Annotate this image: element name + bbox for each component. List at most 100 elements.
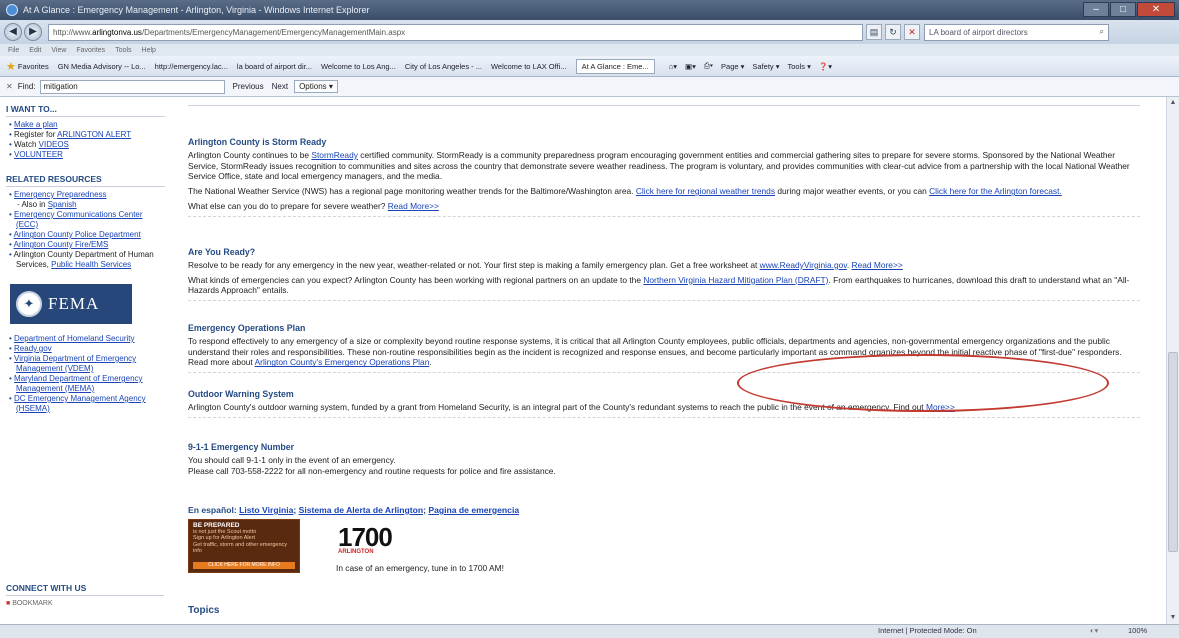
zoom-level[interactable]: 100% [1128,626,1147,635]
make-a-plan-link[interactable]: Make a plan [14,120,58,129]
favorites-bar: ★ Favorites GN Media Advisory -- Lo... h… [0,56,1179,77]
url-path: /Departments/EmergencyManagement/Emergen… [141,27,406,37]
menu-view[interactable]: View [51,47,66,54]
readyvirginia-link[interactable]: www.ReadyVirginia.gov [760,260,847,270]
find-input[interactable]: mitigation [39,79,225,94]
refresh-icon[interactable]: ↻ [885,24,901,40]
list-item: Emergency Communications Center (ECC) [6,210,165,230]
find-previous-button[interactable]: Previous [233,82,264,91]
arlington-forecast-link[interactable]: Click here for the Arlington forecast. [929,186,1062,196]
list-item: Virginia Department of Emergency Managem… [6,354,165,374]
find-bar: ✕ Find: mitigation Previous Next Options… [0,77,1179,97]
be-prepared-banner[interactable]: BE PREPARED is not just the Scout motto … [188,519,300,573]
mema-link[interactable]: Maryland Department of Emergency Managem… [14,374,143,393]
read-more-link[interactable]: Read More>> [852,260,903,270]
emergency-preparedness-link[interactable]: Emergency Preparedness [14,190,107,199]
vdem-link[interactable]: Virginia Department of Emergency Managem… [14,354,136,373]
feeds-icon[interactable]: ▣▾ [685,62,696,71]
e911-section: 9-1-1 Emergency Number You should call 9… [188,442,1140,476]
list-item: Also in Spanish [6,200,165,210]
window-controls: – □ ✕ [1082,2,1175,17]
find-options-button[interactable]: Options ▾ [294,80,338,93]
search-input[interactable]: LA board of airport directors ⌕ [924,23,1109,41]
favorite-link[interactable]: Welcome to LAX Offi... [491,62,567,71]
more-link[interactable]: More>> [926,402,955,412]
scroll-up-icon[interactable]: ▲ [1167,97,1179,109]
address-bar: ◀ ▶ http://www.arlingtonva.us/Department… [0,20,1179,44]
tab-current[interactable]: At A Glance : Eme... [575,58,655,74]
search-icon[interactable]: ⌕ [1100,27,1104,37]
text: What else can you do to prepare for seve… [188,200,388,211]
favorites-star-icon[interactable]: ★ [6,60,16,73]
tools-menu[interactable]: Tools ▾ [788,62,811,71]
pagina-emergencia-link[interactable]: Pagina de emergencia [428,505,519,515]
safety-menu[interactable]: Safety ▾ [752,62,779,71]
mitigation-paragraph: What kinds of emergencies can you expect… [188,275,1140,297]
videos-link[interactable]: VIDEOS [39,140,69,149]
help-menu[interactable]: ❓▾ [819,62,832,71]
volunteer-link[interactable]: VOLUNTEER [14,150,63,159]
regional-weather-link[interactable]: Click here for regional weather trends [636,186,775,196]
page-scrollbar[interactable]: ▲ ▼ [1166,97,1179,624]
menu-edit[interactable]: Edit [29,47,41,54]
favorite-link[interactable]: City of Los Angeles - ... [405,62,482,71]
outdoor-warning-section: Outdoor Warning System Arlington County'… [188,389,1140,418]
print-icon[interactable]: ⎙▾ [704,61,713,71]
scroll-down-icon[interactable]: ▼ [1167,612,1179,624]
page-menu[interactable]: Page ▾ [721,62,744,71]
minimize-button[interactable]: – [1083,2,1109,17]
menu-help[interactable]: Help [142,47,156,54]
banner-more-info-button[interactable]: CLICK HERE FOR MORE INFO [193,562,295,569]
spanish-link[interactable]: Spanish [48,200,77,209]
sistema-alerta-link[interactable]: Sistema de Alerta de Arlington [299,505,423,515]
are-you-ready-heading: Are You Ready? [188,247,256,257]
arlington-alert-link[interactable]: ARLINGTON ALERT [57,130,131,139]
bookmark-label: BOOKMARK [12,600,53,607]
protected-mode-icon[interactable]: ◐▾ [1090,626,1098,635]
list-text: Register for [14,130,58,139]
text: The National Weather Service (NWS) has a… [188,186,636,197]
dhs-link[interactable]: Department of Homeland Security [14,334,135,343]
fema-logo[interactable]: ✦ FEMA [10,284,132,324]
ecc-link[interactable]: Emergency Communications Center (ECC) [14,210,143,229]
hsema-link[interactable]: DC Emergency Management Agency (HSEMA) [14,394,146,413]
find-label: Find: [17,82,36,91]
stormready-link[interactable]: StormReady [311,150,358,160]
police-link[interactable]: Arlington County Police Department [14,230,141,239]
am-1700-logo[interactable]: 1700 ARLINGTON [338,522,393,555]
connect-section: CONNECT WITH US ■ BOOKMARK [6,583,164,607]
close-find-icon[interactable]: ✕ [6,82,13,91]
related-resources-heading: RELATED RESOURCES [6,174,165,187]
menu-tools[interactable]: Tools [115,47,131,54]
favorite-link[interactable]: http://emergency.lac... [155,62,228,71]
ready-gov-link[interactable]: Ready.gov [14,344,52,353]
section-divider [188,300,1140,302]
ie-logo-icon [6,4,18,16]
scrollbar-thumb[interactable] [1168,352,1178,552]
security-zone[interactable]: Internet | Protected Mode: On [878,626,977,635]
find-next-button[interactable]: Next [272,82,288,91]
read-more-link[interactable]: Read More>> [388,201,439,211]
favorite-link[interactable]: GN Media Advisory -- Lo... [58,62,146,71]
close-button[interactable]: ✕ [1137,2,1175,17]
eop-link[interactable]: Arlington County's Emergency Operations … [255,357,430,367]
bookmark-button[interactable]: ■ BOOKMARK [6,600,164,607]
back-button[interactable]: ◀ [4,23,22,41]
public-health-link[interactable]: Public Health Services [51,260,131,269]
list-text: Also in [21,200,48,209]
hazard-mitigation-plan-link[interactable]: Northern Virginia Hazard Mitigation Plan… [643,275,828,285]
favorite-link[interactable]: la board of airport dir... [237,62,312,71]
home-icon[interactable]: ⌂▾ [669,62,677,71]
menu-file[interactable]: File [8,47,19,54]
compatibility-icon[interactable]: ▤ [866,24,882,40]
favorite-link[interactable]: Welcome to Los Ang... [321,62,396,71]
url-field[interactable]: http://www.arlingtonva.us/Departments/Em… [48,23,863,41]
fire-ems-link[interactable]: Arlington County Fire/EMS [14,240,109,249]
forward-button[interactable]: ▶ [24,23,42,41]
maximize-button[interactable]: □ [1110,2,1136,17]
text: Arlington County continues to be [188,149,312,160]
favorites-button[interactable]: Favorites [18,62,49,71]
stop-icon[interactable]: ✕ [904,24,920,40]
menu-favorites[interactable]: Favorites [76,47,105,54]
listo-virginia-link[interactable]: Listo Virginia [239,505,293,515]
